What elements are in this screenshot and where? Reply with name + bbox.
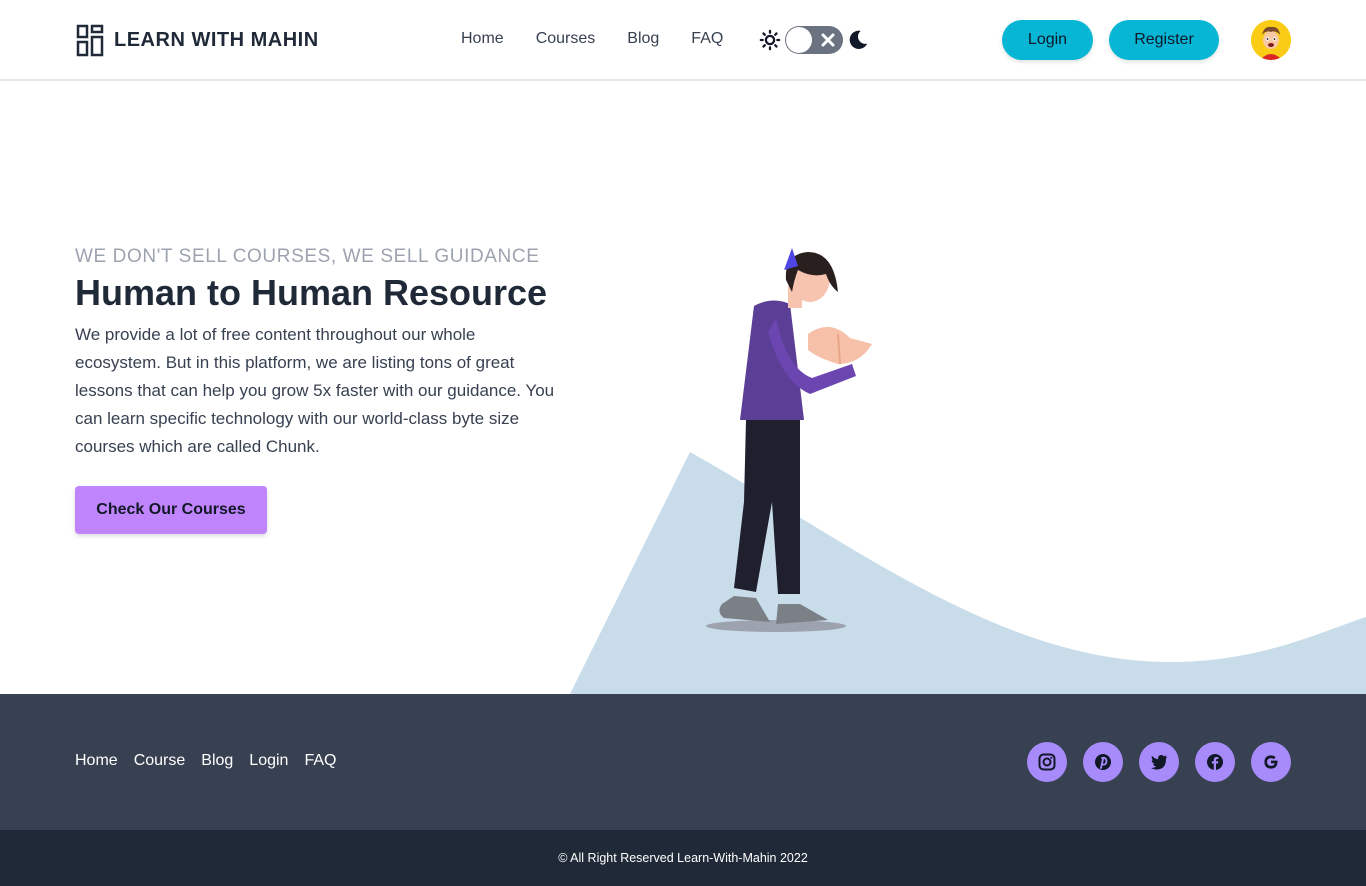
theme-switch[interactable] — [785, 26, 843, 54]
hero-tagline: WE DON'T SELL COURSES, WE SELL GUIDANCE — [75, 246, 540, 267]
google-icon — [1264, 755, 1278, 769]
copyright-bar: © All Right Reserved Learn-With-Mahin 20… — [0, 830, 1366, 886]
twitter-icon — [1151, 755, 1167, 770]
twitter-link[interactable] — [1139, 742, 1179, 782]
nav-courses[interactable]: Courses — [536, 30, 596, 48]
footer-link-home[interactable]: Home — [75, 752, 118, 770]
nav-faq[interactable]: FAQ — [691, 30, 723, 48]
site-footer: Home Course Blog Login FAQ — [0, 694, 1366, 830]
footer-nav: Home Course Blog Login FAQ — [75, 752, 336, 770]
footer-link-login[interactable]: Login — [249, 752, 288, 770]
register-button[interactable]: Register — [1109, 20, 1219, 60]
check-courses-button[interactable]: Check Our Courses — [75, 486, 267, 534]
theme-toggle[interactable] — [759, 26, 869, 54]
brand[interactable]: LEARN WITH MAHIN — [76, 24, 319, 57]
avatar[interactable] — [1251, 20, 1291, 60]
site-header: LEARN WITH MAHIN Home Courses Blog FAQ L — [0, 0, 1366, 81]
brand-name: LEARN WITH MAHIN — [114, 29, 319, 51]
main-nav: Home Courses Blog FAQ — [461, 30, 723, 48]
sun-icon — [759, 29, 781, 51]
copyright-text: © All Right Reserved Learn-With-Mahin 20… — [558, 851, 808, 865]
close-icon — [821, 33, 835, 47]
footer-link-course[interactable]: Course — [134, 752, 186, 770]
instagram-icon — [1038, 753, 1056, 771]
instagram-link[interactable] — [1027, 742, 1067, 782]
pinterest-link[interactable] — [1083, 742, 1123, 782]
nav-home[interactable]: Home — [461, 30, 504, 48]
facebook-icon — [1207, 754, 1223, 770]
nav-blog[interactable]: Blog — [627, 30, 659, 48]
user-avatar-icon — [1251, 20, 1291, 60]
hero-section: WE DON'T SELL COURSES, WE SELL GUIDANCE … — [75, 245, 555, 461]
footer-link-blog[interactable]: Blog — [201, 752, 233, 770]
google-link[interactable] — [1251, 742, 1291, 782]
facebook-link[interactable] — [1195, 742, 1235, 782]
switch-knob — [786, 27, 812, 53]
hero-title: Human to Human Resource — [75, 272, 548, 313]
moon-icon — [849, 30, 868, 49]
hill-shape — [570, 452, 1366, 694]
hero-description: We provide a lot of free content through… — [75, 325, 555, 456]
dashboard-logo-icon — [76, 24, 104, 57]
pinterest-icon — [1095, 754, 1111, 770]
footer-link-faq[interactable]: FAQ — [304, 752, 336, 770]
login-button[interactable]: Login — [1002, 20, 1093, 60]
social-links — [1027, 742, 1291, 782]
